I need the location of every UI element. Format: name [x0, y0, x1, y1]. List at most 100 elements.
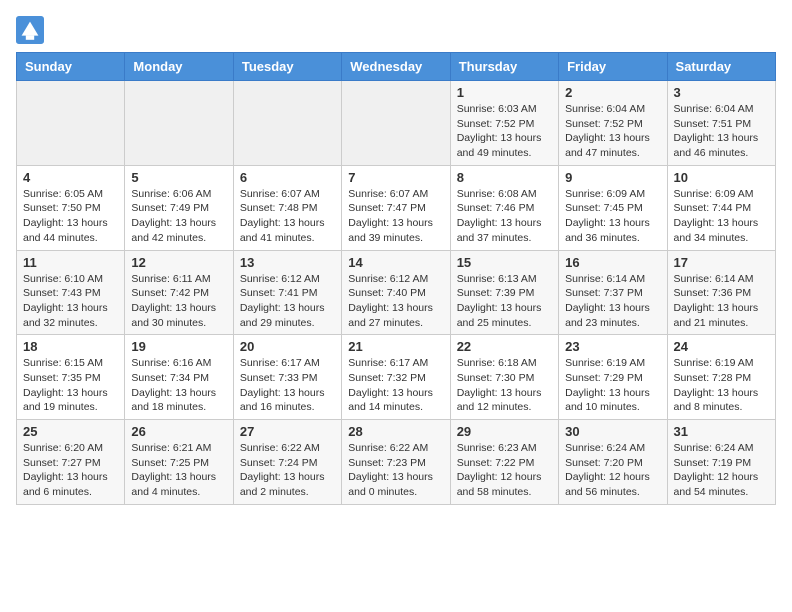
day-header-tuesday: Tuesday	[233, 53, 341, 81]
day-number: 28	[348, 424, 443, 439]
day-header-saturday: Saturday	[667, 53, 775, 81]
day-number: 17	[674, 255, 769, 270]
calendar-cell: 28 Sunrise: 6:22 AM Sunset: 7:23 PM Dayli…	[342, 420, 450, 505]
logo-icon	[16, 16, 44, 44]
day-number: 9	[565, 170, 660, 185]
day-number: 29	[457, 424, 552, 439]
calendar-cell: 9 Sunrise: 6:09 AM Sunset: 7:45 PM Daylig…	[559, 165, 667, 250]
day-header-sunday: Sunday	[17, 53, 125, 81]
day-number: 3	[674, 85, 769, 100]
calendar-cell: 10 Sunrise: 6:09 AM Sunset: 7:44 PM Dayli…	[667, 165, 775, 250]
day-number: 13	[240, 255, 335, 270]
calendar-cell: 5 Sunrise: 6:06 AM Sunset: 7:49 PM Daylig…	[125, 165, 233, 250]
calendar-cell: 8 Sunrise: 6:08 AM Sunset: 7:46 PM Daylig…	[450, 165, 558, 250]
day-info: Sunrise: 6:22 AM Sunset: 7:24 PM Dayligh…	[240, 441, 335, 500]
day-header-friday: Friday	[559, 53, 667, 81]
day-number: 6	[240, 170, 335, 185]
calendar-cell: 3 Sunrise: 6:04 AM Sunset: 7:51 PM Daylig…	[667, 81, 775, 166]
calendar-cell: 16Sunrise: 6:14 AM Sunset: 7:37 PM Dayli…	[559, 250, 667, 335]
day-number: 16	[565, 255, 660, 270]
day-number: 4	[23, 170, 118, 185]
calendar-cell	[17, 81, 125, 166]
calendar-cell: 30Sunrise: 6:24 AM Sunset: 7:20 PM Dayli…	[559, 420, 667, 505]
week-row-3: 11 Sunrise: 6:10 AM Sunset: 7:43 PM Dayli…	[17, 250, 776, 335]
day-number: 12	[131, 255, 226, 270]
day-info: Sunrise: 6:10 AM Sunset: 7:43 PM Dayligh…	[23, 272, 118, 331]
calendar-cell: 15Sunrise: 6:13 AM Sunset: 7:39 PM Dayli…	[450, 250, 558, 335]
day-number: 1	[457, 85, 552, 100]
calendar-cell: 25Sunrise: 6:20 AM Sunset: 7:27 PM Dayli…	[17, 420, 125, 505]
day-info: Sunrise: 6:04 AM Sunset: 7:52 PM Dayligh…	[565, 102, 660, 161]
day-info: Sunrise: 6:11 AM Sunset: 7:42 PM Dayligh…	[131, 272, 226, 331]
calendar-cell: 23 Sunrise: 6:19 AM Sunset: 7:29 PM Dayli…	[559, 335, 667, 420]
calendar-cell: 29Sunrise: 6:23 AM Sunset: 7:22 PM Dayli…	[450, 420, 558, 505]
day-info: Sunrise: 6:22 AM Sunset: 7:23 PM Dayligh…	[348, 441, 443, 500]
day-number: 10	[674, 170, 769, 185]
day-header-monday: Monday	[125, 53, 233, 81]
calendar-cell: 11 Sunrise: 6:10 AM Sunset: 7:43 PM Dayli…	[17, 250, 125, 335]
day-info: Sunrise: 6:16 AM Sunset: 7:34 PM Dayligh…	[131, 356, 226, 415]
day-number: 24	[674, 339, 769, 354]
day-number: 31	[674, 424, 769, 439]
day-info: Sunrise: 6:07 AM Sunset: 7:48 PM Dayligh…	[240, 187, 335, 246]
calendar-cell: 17 Sunrise: 6:14 AM Sunset: 7:36 PM Dayli…	[667, 250, 775, 335]
calendar-cell: 2 Sunrise: 6:04 AM Sunset: 7:52 PM Daylig…	[559, 81, 667, 166]
day-info: Sunrise: 6:18 AM Sunset: 7:30 PM Dayligh…	[457, 356, 552, 415]
logo	[16, 16, 48, 44]
calendar-cell: 26Sunrise: 6:21 AM Sunset: 7:25 PM Dayli…	[125, 420, 233, 505]
week-row-2: 4 Sunrise: 6:05 AM Sunset: 7:50 PM Daylig…	[17, 165, 776, 250]
day-info: Sunrise: 6:17 AM Sunset: 7:33 PM Dayligh…	[240, 356, 335, 415]
day-info: Sunrise: 6:06 AM Sunset: 7:49 PM Dayligh…	[131, 187, 226, 246]
day-number: 20	[240, 339, 335, 354]
day-info: Sunrise: 6:21 AM Sunset: 7:25 PM Dayligh…	[131, 441, 226, 500]
day-info: Sunrise: 6:17 AM Sunset: 7:32 PM Dayligh…	[348, 356, 443, 415]
day-info: Sunrise: 6:24 AM Sunset: 7:19 PM Dayligh…	[674, 441, 769, 500]
day-info: Sunrise: 6:19 AM Sunset: 7:29 PM Dayligh…	[565, 356, 660, 415]
page-header	[16, 16, 776, 44]
day-number: 2	[565, 85, 660, 100]
day-number: 8	[457, 170, 552, 185]
calendar-cell: 14 Sunrise: 6:12 AM Sunset: 7:40 PM Dayli…	[342, 250, 450, 335]
day-number: 11	[23, 255, 118, 270]
day-info: Sunrise: 6:15 AM Sunset: 7:35 PM Dayligh…	[23, 356, 118, 415]
calendar-cell: 31 Sunrise: 6:24 AM Sunset: 7:19 PM Dayli…	[667, 420, 775, 505]
day-number: 22	[457, 339, 552, 354]
calendar-cell: 6 Sunrise: 6:07 AM Sunset: 7:48 PM Daylig…	[233, 165, 341, 250]
week-row-1: 1Sunrise: 6:03 AM Sunset: 7:52 PM Daylig…	[17, 81, 776, 166]
calendar-cell: 12 Sunrise: 6:11 AM Sunset: 7:42 PM Dayli…	[125, 250, 233, 335]
day-info: Sunrise: 6:14 AM Sunset: 7:36 PM Dayligh…	[674, 272, 769, 331]
day-info: Sunrise: 6:19 AM Sunset: 7:28 PM Dayligh…	[674, 356, 769, 415]
calendar-table: SundayMondayTuesdayWednesdayThursdayFrid…	[16, 52, 776, 505]
calendar-cell: 20 Sunrise: 6:17 AM Sunset: 7:33 PM Dayli…	[233, 335, 341, 420]
day-info: Sunrise: 6:07 AM Sunset: 7:47 PM Dayligh…	[348, 187, 443, 246]
calendar-cell: 13Sunrise: 6:12 AM Sunset: 7:41 PM Dayli…	[233, 250, 341, 335]
day-number: 23	[565, 339, 660, 354]
day-info: Sunrise: 6:09 AM Sunset: 7:44 PM Dayligh…	[674, 187, 769, 246]
day-header-wednesday: Wednesday	[342, 53, 450, 81]
calendar-cell	[125, 81, 233, 166]
day-number: 15	[457, 255, 552, 270]
day-number: 19	[131, 339, 226, 354]
day-number: 27	[240, 424, 335, 439]
calendar-cell: 21 Sunrise: 6:17 AM Sunset: 7:32 PM Dayli…	[342, 335, 450, 420]
day-number: 21	[348, 339, 443, 354]
day-info: Sunrise: 6:05 AM Sunset: 7:50 PM Dayligh…	[23, 187, 118, 246]
calendar-cell: 7Sunrise: 6:07 AM Sunset: 7:47 PM Daylig…	[342, 165, 450, 250]
day-info: Sunrise: 6:09 AM Sunset: 7:45 PM Dayligh…	[565, 187, 660, 246]
calendar-cell	[233, 81, 341, 166]
calendar-cell: 24 Sunrise: 6:19 AM Sunset: 7:28 PM Dayli…	[667, 335, 775, 420]
day-number: 30	[565, 424, 660, 439]
week-row-5: 25Sunrise: 6:20 AM Sunset: 7:27 PM Dayli…	[17, 420, 776, 505]
calendar-cell: 27 Sunrise: 6:22 AM Sunset: 7:24 PM Dayli…	[233, 420, 341, 505]
day-number: 14	[348, 255, 443, 270]
calendar-cell: 18 Sunrise: 6:15 AM Sunset: 7:35 PM Dayli…	[17, 335, 125, 420]
day-info: Sunrise: 6:04 AM Sunset: 7:51 PM Dayligh…	[674, 102, 769, 161]
week-row-4: 18 Sunrise: 6:15 AM Sunset: 7:35 PM Dayli…	[17, 335, 776, 420]
day-number: 5	[131, 170, 226, 185]
day-number: 25	[23, 424, 118, 439]
day-number: 18	[23, 339, 118, 354]
calendar-cell: 22 Sunrise: 6:18 AM Sunset: 7:30 PM Dayli…	[450, 335, 558, 420]
day-info: Sunrise: 6:08 AM Sunset: 7:46 PM Dayligh…	[457, 187, 552, 246]
day-info: Sunrise: 6:12 AM Sunset: 7:40 PM Dayligh…	[348, 272, 443, 331]
calendar-cell	[342, 81, 450, 166]
